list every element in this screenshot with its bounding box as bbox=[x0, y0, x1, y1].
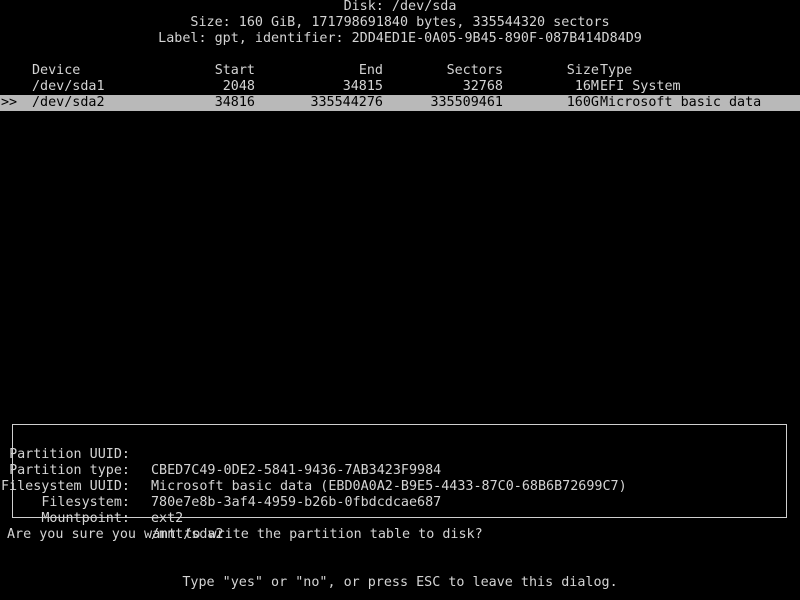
info-label: Mountpoint: bbox=[41, 511, 130, 526]
disk-title: Disk: /dev/sda bbox=[343, 0, 457, 14]
column-header-size: Size bbox=[566, 63, 599, 78]
row-type: Microsoft basic data bbox=[600, 95, 762, 110]
column-header-type: Type bbox=[600, 63, 633, 78]
partition-info-box: Partition UUID: CBED7C49-0DE2-5841-9436-… bbox=[1, 424, 787, 542]
info-filesystem: Filesystem: ext2 bbox=[13, 479, 786, 526]
row-size: 160G bbox=[566, 95, 599, 110]
row-end: 34815 bbox=[342, 79, 383, 94]
row-type: EFI System bbox=[600, 79, 681, 94]
partition-row-sda1[interactable]: /dev/sda1 2048 34815 32768 16M EFI Syste… bbox=[0, 79, 800, 95]
column-header-sectors: Sectors bbox=[446, 63, 503, 78]
row-end: 335544276 bbox=[310, 95, 383, 110]
write-confirm-prompt[interactable]: Are you sure you want to write the parti… bbox=[7, 527, 483, 543]
column-header-device: Device bbox=[32, 63, 81, 78]
row-device: /dev/sda2 bbox=[32, 95, 105, 110]
info-mountpoint: Mountpoint: /mnt/sda2 bbox=[13, 495, 786, 542]
table-header: Device Start End Sectors Size Type bbox=[0, 63, 800, 79]
disk-label: Label: gpt, identifier: 2DD4ED1E-0A05-9B… bbox=[158, 31, 642, 46]
partition-row-sda2[interactable]: >> /dev/sda2 34816 335544276 335509461 1… bbox=[0, 95, 800, 111]
column-header-start: Start bbox=[214, 63, 255, 78]
dialog-hint: Type "yes" or "no", or press ESC to leav… bbox=[182, 575, 618, 590]
row-cursor: >> bbox=[1, 95, 18, 110]
row-sectors: 32768 bbox=[462, 79, 503, 94]
row-start: 2048 bbox=[222, 79, 255, 94]
row-size: 16M bbox=[574, 79, 599, 94]
info-value: ext2 bbox=[151, 511, 184, 526]
info-partition-uuid: Partition UUID: CBED7C49-0DE2-5841-9436-… bbox=[9, 431, 786, 478]
disk-size: Size: 160 GiB, 171798691840 bytes, 33554… bbox=[190, 15, 610, 30]
row-device: /dev/sda1 bbox=[32, 79, 105, 94]
row-start: 34816 bbox=[214, 95, 255, 110]
column-header-end: End bbox=[358, 63, 383, 78]
info-partition-type: Partition type: Microsoft basic data (EB… bbox=[9, 447, 786, 494]
row-sectors: 335509461 bbox=[430, 95, 503, 110]
info-filesystem-uuid: Filesystem UUID: 780e7e8b-3af4-4959-b26b… bbox=[1, 463, 786, 510]
